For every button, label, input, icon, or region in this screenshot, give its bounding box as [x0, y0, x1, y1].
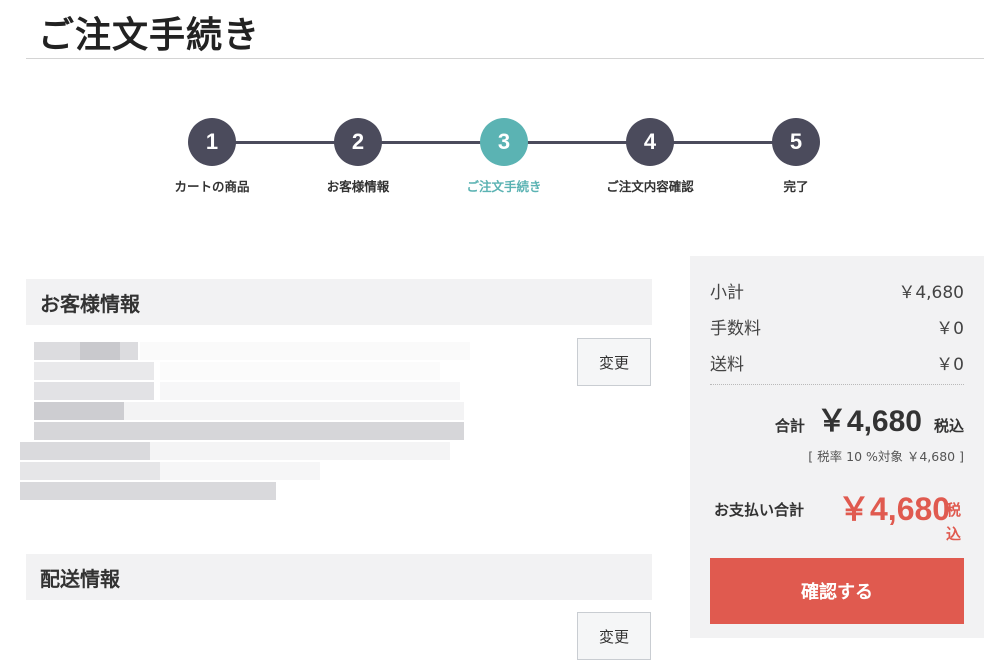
- shipping-info-header: 配送情報: [26, 554, 652, 600]
- step-label: カートの商品: [174, 179, 250, 194]
- step-number: 1: [188, 118, 236, 166]
- total-label: 合計: [774, 417, 805, 435]
- step-customer-info: 2 お客様情報: [298, 118, 418, 195]
- fee-row: 手数料 ￥0: [710, 314, 964, 339]
- fee-value: ￥0: [936, 319, 964, 339]
- step-number: 3: [480, 118, 528, 166]
- total-row: 合計 ￥4,680 税込: [775, 396, 964, 440]
- page-title: ご注文手続き: [38, 15, 261, 56]
- order-summary-panel: 小計 ￥4,680 手数料 ￥0 送料 ￥0 合計 ￥4,680 税込 [ 税率…: [690, 256, 984, 638]
- subtotal-value: ￥4,680: [898, 283, 964, 303]
- step-cart: 1 カートの商品: [152, 118, 272, 195]
- step-number: 2: [334, 118, 382, 166]
- payment-total-amount: ￥4,680: [838, 491, 951, 527]
- total-amount: ￥4,680: [816, 405, 922, 438]
- step-order-procedure: 3 ご注文手続き: [444, 118, 564, 195]
- payment-tax-label: 税込: [946, 501, 962, 543]
- step-number: 5: [772, 118, 820, 166]
- step-label: お客様情報: [326, 179, 390, 194]
- payment-total-label: お支払い合計: [714, 501, 805, 519]
- tax-note: [ 税率 10 %対象 ￥4,680 ]: [808, 449, 964, 464]
- step-label: 完了: [783, 179, 809, 194]
- step-number: 4: [626, 118, 674, 166]
- subtotal-label: 小計: [710, 283, 744, 303]
- shipping-fee-value: ￥0: [936, 355, 964, 375]
- confirm-button[interactable]: 確認する: [710, 558, 964, 624]
- step-label: ご注文内容確認: [606, 179, 694, 194]
- step-order-confirm: 4 ご注文内容確認: [590, 118, 710, 195]
- customer-change-button[interactable]: 変更: [577, 338, 651, 386]
- summary-divider: [710, 384, 964, 385]
- shipping-fee-label: 送料: [710, 355, 744, 375]
- fee-label: 手数料: [710, 319, 761, 339]
- shipping-change-button[interactable]: 変更: [577, 612, 651, 660]
- subtotal-row: 小計 ￥4,680: [710, 278, 964, 303]
- step-complete: 5 完了: [736, 118, 856, 195]
- total-tax-label: 税込: [933, 417, 964, 435]
- step-label: ご注文手続き: [466, 179, 542, 194]
- redacted-customer-details: [20, 340, 470, 500]
- shipping-fee-row: 送料 ￥0: [710, 350, 964, 375]
- customer-info-header: お客様情報: [26, 279, 652, 325]
- title-divider: [26, 58, 984, 59]
